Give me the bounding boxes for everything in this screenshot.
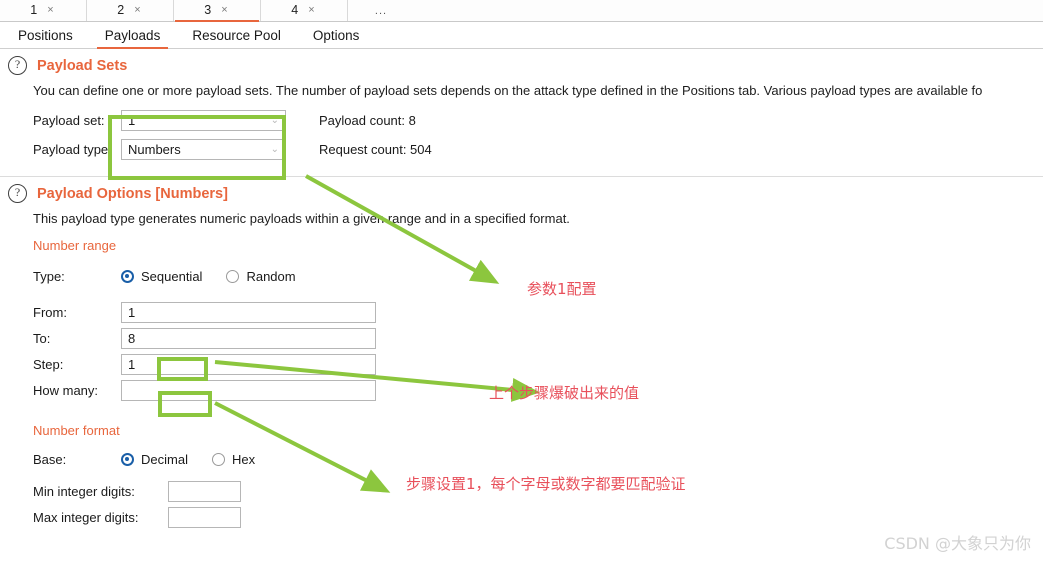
to-label: To: <box>33 330 51 346</box>
base-radio-group: Decimal Hex <box>121 452 272 467</box>
payload-options-header: ? Payload Options [Numbers] <box>0 177 1043 205</box>
payload-options-title: Payload Options [Numbers] <box>37 185 228 202</box>
chevron-down-icon: ⌄ <box>270 143 279 155</box>
payload-sets-panel: ? Payload Sets You can define one or mor… <box>0 49 1043 177</box>
base-label: Base: <box>33 451 67 467</box>
how-many-row: How many: <box>33 377 1043 403</box>
help-icon[interactable]: ? <box>8 184 27 203</box>
max-digits-input[interactable] <box>168 506 241 528</box>
how-many-label: How many: <box>33 382 99 398</box>
min-digits-row: Min integer digits: <box>33 478 1043 504</box>
payload-options-description: This payload type generates numeric payl… <box>33 211 570 226</box>
max-digits-label: Max integer digits: <box>33 509 139 525</box>
attack-tab-3-label: 3 <box>204 3 212 18</box>
max-digits-row: Max integer digits: <box>33 504 1043 530</box>
type-radio-group: Sequential Random <box>121 269 313 284</box>
base-row: Base: Decimal Hex <box>33 448 1043 470</box>
payload-type-value: Numbers <box>128 142 181 157</box>
radio-hex[interactable] <box>211 452 225 466</box>
step-label: Step: <box>33 356 64 372</box>
radio-decimal[interactable] <box>121 452 134 466</box>
attack-tab-2[interactable]: 2 × <box>87 0 174 21</box>
close-icon[interactable]: × <box>47 5 53 16</box>
request-count-label: Request count: 504 <box>319 142 432 157</box>
min-digits-input[interactable] <box>168 480 241 502</box>
number-range-title: Number range <box>33 238 117 253</box>
to-row: To: 8 <box>33 325 1043 351</box>
payload-sets-description: You can define one or more payload sets.… <box>33 83 983 98</box>
page-title: Payload Sets <box>37 57 128 74</box>
close-icon[interactable]: × <box>308 5 314 16</box>
help-icon[interactable]: ? <box>8 56 27 75</box>
payload-set-select[interactable]: 1 ⌄ <box>121 110 286 131</box>
csdn-watermark: CSDN @大象只为你 <box>884 534 1031 553</box>
tab-options[interactable]: Options <box>297 24 376 48</box>
number-format-title: Number format <box>33 423 120 438</box>
radio-sequential[interactable] <box>121 269 134 283</box>
chevron-down-icon: ⌄ <box>270 114 279 126</box>
type-row: Type: Sequential Random <box>33 265 1043 287</box>
attack-tab-4[interactable]: 4 × <box>261 0 348 21</box>
payload-type-row: Payload type: Numbers ⌄ Request count: 5… <box>33 137 1043 162</box>
radio-random[interactable] <box>226 269 240 283</box>
payload-options-form: Number range Type: Sequential Random Fro… <box>0 226 1043 530</box>
radio-random-label: Random <box>246 268 296 284</box>
step-input[interactable]: 1 <box>121 353 376 375</box>
tab-positions[interactable]: Positions <box>2 24 89 48</box>
attack-tab-1-label: 1 <box>30 3 38 18</box>
radio-decimal-label: Decimal <box>141 451 188 467</box>
tab-resource-pool[interactable]: Resource Pool <box>176 24 297 48</box>
from-input[interactable]: 1 <box>121 301 376 323</box>
how-many-input[interactable] <box>121 379 376 401</box>
min-digits-label: Min integer digits: <box>33 483 135 499</box>
radio-sequential-label: Sequential <box>141 268 203 284</box>
payload-type-select[interactable]: Numbers ⌄ <box>121 139 286 160</box>
tab-payloads[interactable]: Payloads <box>89 24 177 49</box>
close-icon[interactable]: × <box>134 5 140 16</box>
attack-tab-1[interactable]: 1 × <box>0 0 87 21</box>
attack-tab-overflow-button[interactable]: ... <box>348 0 416 21</box>
payload-sets-form: Payload set: 1 ⌄ Payload count: 8 Payloa… <box>0 98 1043 162</box>
payload-count-label: Payload count: 8 <box>319 113 416 128</box>
radio-hex-label: Hex <box>231 451 256 467</box>
attack-tab-4-label: 4 <box>291 3 299 18</box>
payload-set-value: 1 <box>128 113 136 128</box>
payload-sets-header: ? Payload Sets <box>0 49 1043 77</box>
payload-options-panel: ? Payload Options [Numbers] This payload… <box>0 177 1043 530</box>
type-label: Type: <box>33 268 65 284</box>
from-label: From: <box>33 304 67 320</box>
payload-type-label: Payload type: <box>33 142 112 157</box>
payload-set-row: Payload set: 1 ⌄ Payload count: 8 <box>33 108 1043 133</box>
attack-tab-strip: 1 × 2 × 3 × 4 × ... <box>0 0 1043 22</box>
close-icon[interactable]: × <box>221 5 227 16</box>
payload-set-label: Payload set: <box>33 113 105 128</box>
attack-tab-3[interactable]: 3 × <box>174 0 261 22</box>
step-row: Step: 1 <box>33 351 1043 377</box>
to-input[interactable]: 8 <box>121 327 376 349</box>
attack-tab-2-label: 2 <box>117 3 125 18</box>
from-row: From: 1 <box>33 299 1043 325</box>
section-tab-strip: Positions Payloads Resource Pool Options <box>0 22 1043 49</box>
